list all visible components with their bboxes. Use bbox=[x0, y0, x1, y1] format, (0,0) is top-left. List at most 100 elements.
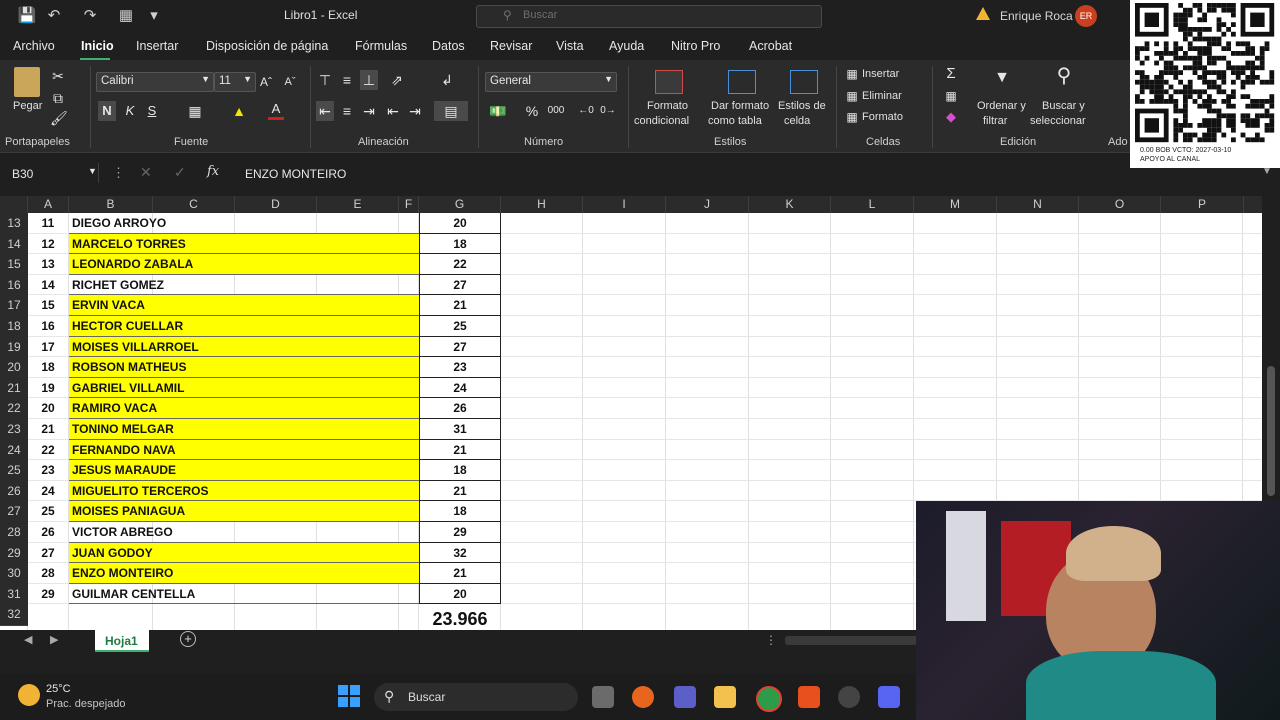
cell-number[interactable]: 12 bbox=[28, 234, 68, 255]
cond-format-label-2[interactable]: condicional bbox=[634, 115, 689, 127]
cell-value[interactable]: 31 bbox=[419, 419, 501, 440]
cell-value[interactable]: 29 bbox=[419, 522, 501, 543]
cell-name[interactable]: MARCELO TORRES bbox=[69, 233, 419, 255]
name-box[interactable]: B30 ▼ bbox=[4, 163, 99, 183]
align-left-icon[interactable]: ⇤ bbox=[316, 101, 334, 121]
orientation-icon[interactable]: ⇗ bbox=[386, 70, 408, 90]
font-name-select[interactable]: Calibri ▼ bbox=[96, 72, 214, 92]
sort-filter-label-2[interactable]: filtrar bbox=[983, 115, 1007, 127]
find-select-icon[interactable]: ⚲ bbox=[1050, 66, 1078, 86]
table-format-icon[interactable] bbox=[728, 70, 756, 94]
cell-value[interactable]: 20 bbox=[419, 213, 501, 234]
cell-name[interactable]: TONINO MELGAR bbox=[69, 419, 419, 440]
next-sheet-icon[interactable]: ▶ bbox=[50, 633, 58, 646]
tab-ayuda[interactable]: Ayuda bbox=[609, 39, 644, 53]
undo-icon[interactable]: ↶ bbox=[44, 6, 64, 26]
select-all-corner[interactable] bbox=[0, 196, 28, 213]
row-header[interactable]: 16 bbox=[0, 274, 28, 297]
clear-icon[interactable]: ◆ bbox=[942, 107, 960, 127]
borders-icon[interactable]: ▦ bbox=[186, 101, 204, 121]
cell-value[interactable]: 18 bbox=[419, 460, 501, 481]
user-name[interactable]: Enrique Roca bbox=[1000, 9, 1073, 23]
cell-name[interactable]: GUILMAR CENTELLA bbox=[69, 584, 419, 605]
function-icon[interactable]: fx bbox=[207, 164, 219, 179]
cell-name[interactable]: MOISES PANIAGUA bbox=[69, 501, 419, 522]
cell-name[interactable]: JUAN GODOY bbox=[69, 542, 419, 564]
cell-number[interactable]: 16 bbox=[28, 316, 68, 337]
number-format-select[interactable]: General ▼ bbox=[485, 72, 617, 92]
find-select-label-1[interactable]: Buscar y bbox=[1042, 100, 1085, 112]
cell-number[interactable]: 21 bbox=[28, 419, 68, 440]
cell-value[interactable]: 22 bbox=[419, 254, 501, 275]
cell-styles-label-1[interactable]: Estilos de bbox=[778, 100, 826, 112]
task-view-icon[interactable] bbox=[592, 686, 614, 708]
delete-cells-button[interactable]: Eliminar bbox=[862, 90, 902, 102]
cell-name[interactable]: MOISES VILLARROEL bbox=[69, 336, 419, 358]
insert-cells-icon[interactable]: ▦ bbox=[844, 64, 860, 84]
row-header[interactable]: 21 bbox=[0, 377, 28, 400]
find-select-label-2[interactable]: seleccionar bbox=[1030, 115, 1086, 127]
italic-button[interactable]: K bbox=[122, 101, 138, 121]
cell-value[interactable]: 20 bbox=[419, 583, 501, 605]
cell-number[interactable]: 24 bbox=[28, 481, 68, 502]
cell-number[interactable]: 18 bbox=[28, 357, 68, 378]
tab-archivo[interactable]: Archivo bbox=[13, 39, 55, 53]
cell-name[interactable]: ENZO MONTEIRO bbox=[69, 563, 419, 584]
column-header[interactable]: D bbox=[235, 196, 317, 213]
column-header[interactable]: P bbox=[1161, 196, 1244, 213]
cell-name[interactable]: JESUS MARAUDE bbox=[69, 460, 419, 481]
font-color-icon[interactable]: A bbox=[268, 101, 284, 120]
font-size-select[interactable]: 11 ▼ bbox=[214, 72, 256, 92]
underline-button[interactable]: S bbox=[144, 101, 160, 121]
cell-value[interactable]: 21 bbox=[419, 480, 501, 502]
column-header[interactable]: M bbox=[914, 196, 997, 213]
row-header[interactable]: 30 bbox=[0, 563, 28, 585]
delete-cells-icon[interactable]: ▦ bbox=[844, 86, 860, 106]
row-header[interactable]: 22 bbox=[0, 398, 28, 420]
weather-temp[interactable]: 25°C bbox=[46, 683, 71, 695]
cancel-icon[interactable]: ✕ bbox=[140, 164, 152, 181]
cell-value[interactable]: 18 bbox=[419, 501, 501, 522]
add-sheet-icon[interactable]: + bbox=[180, 631, 196, 647]
row-header[interactable]: 29 bbox=[0, 542, 28, 565]
cell-number[interactable]: 23 bbox=[28, 460, 68, 481]
cell-number[interactable]: 14 bbox=[28, 275, 68, 296]
tab-datos[interactable]: Datos bbox=[432, 39, 465, 53]
row-header[interactable]: 18 bbox=[0, 316, 28, 338]
cell-number[interactable]: 15 bbox=[28, 295, 68, 316]
fill-color-icon[interactable]: ▲ bbox=[230, 101, 248, 121]
column-header[interactable]: B bbox=[69, 196, 153, 213]
decrease-decimal-icon[interactable]: 0→ bbox=[598, 101, 618, 121]
row-header[interactable]: 15 bbox=[0, 254, 28, 276]
brave-icon[interactable] bbox=[798, 686, 820, 708]
column-header[interactable]: F bbox=[399, 196, 419, 213]
cell-number[interactable]: 13 bbox=[28, 254, 68, 275]
cell-name[interactable]: GABRIEL VILLAMIL bbox=[69, 377, 419, 399]
cell-value[interactable]: 24 bbox=[419, 377, 501, 399]
file-explorer-icon[interactable] bbox=[714, 686, 736, 708]
row-header[interactable]: 25 bbox=[0, 460, 28, 482]
cell-name[interactable]: FERNANDO NAVA bbox=[69, 439, 419, 461]
column-header[interactable]: K bbox=[749, 196, 831, 213]
align-top-icon[interactable]: ⊤ bbox=[316, 70, 334, 90]
discord-icon[interactable] bbox=[878, 686, 900, 708]
wrap-text-icon[interactable]: ↲ bbox=[438, 70, 456, 90]
currency-icon[interactable]: 💵 bbox=[488, 101, 508, 121]
column-header[interactable]: L bbox=[831, 196, 914, 213]
merge-center-icon[interactable]: ▤ bbox=[434, 101, 468, 121]
column-header[interactable]: G bbox=[419, 196, 501, 213]
cond-format-label-1[interactable]: Formato bbox=[647, 100, 688, 112]
format-cells-button[interactable]: Formato bbox=[862, 111, 903, 123]
increase-font-icon[interactable]: Aˆ bbox=[258, 72, 274, 92]
row-header[interactable]: 28 bbox=[0, 522, 28, 544]
chrome-icon[interactable] bbox=[756, 686, 782, 712]
align-bottom-icon[interactable]: ⊥ bbox=[360, 70, 378, 90]
column-header[interactable]: N bbox=[997, 196, 1079, 213]
tab-formulas[interactable]: Fórmulas bbox=[355, 39, 407, 53]
cell-number[interactable]: 20 bbox=[28, 398, 68, 419]
cell-value[interactable]: 18 bbox=[419, 233, 501, 255]
cell-number[interactable]: 11 bbox=[28, 213, 68, 234]
cut-icon[interactable]: ✂ bbox=[50, 66, 66, 86]
weather-desc[interactable]: Prac. despejado bbox=[46, 698, 126, 710]
cell-name[interactable]: ROBSON MATHEUS bbox=[69, 357, 419, 378]
